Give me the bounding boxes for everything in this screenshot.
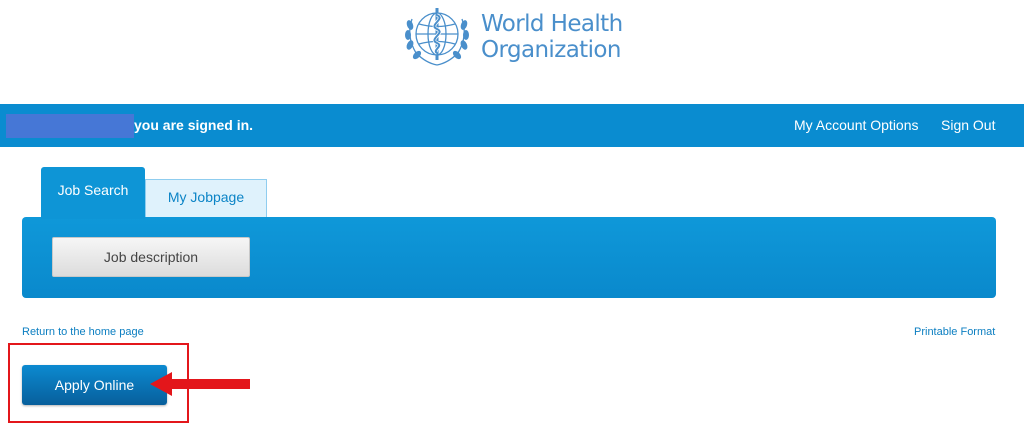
tab-job-search[interactable]: Job Search <box>41 167 145 219</box>
printable-format-link[interactable]: Printable Format <box>914 326 995 338</box>
apply-online-button[interactable]: Apply Online <box>22 365 167 405</box>
my-account-options-link[interactable]: My Account Options <box>794 117 919 133</box>
logo-line-2: Organization <box>481 37 621 63</box>
top-bar: you are signed in. My Account Options Si… <box>0 104 1024 147</box>
redacted-username <box>6 114 134 138</box>
who-logo: World Health Organization <box>400 3 623 71</box>
logo-wordmark: World Health Organization <box>481 11 623 63</box>
tab-my-jobpage[interactable]: My Jobpage <box>145 179 267 217</box>
who-emblem-icon <box>405 8 469 66</box>
return-home-link[interactable]: Return to the home page <box>22 326 144 338</box>
sign-out-link[interactable]: Sign Out <box>941 117 995 133</box>
job-panel: Job description <box>22 217 996 298</box>
arrow-left-icon <box>150 372 250 396</box>
signed-in-text: you are signed in. <box>134 117 254 133</box>
job-description-button[interactable]: Job description <box>52 237 250 277</box>
logo-line-1: World Health <box>481 11 623 37</box>
